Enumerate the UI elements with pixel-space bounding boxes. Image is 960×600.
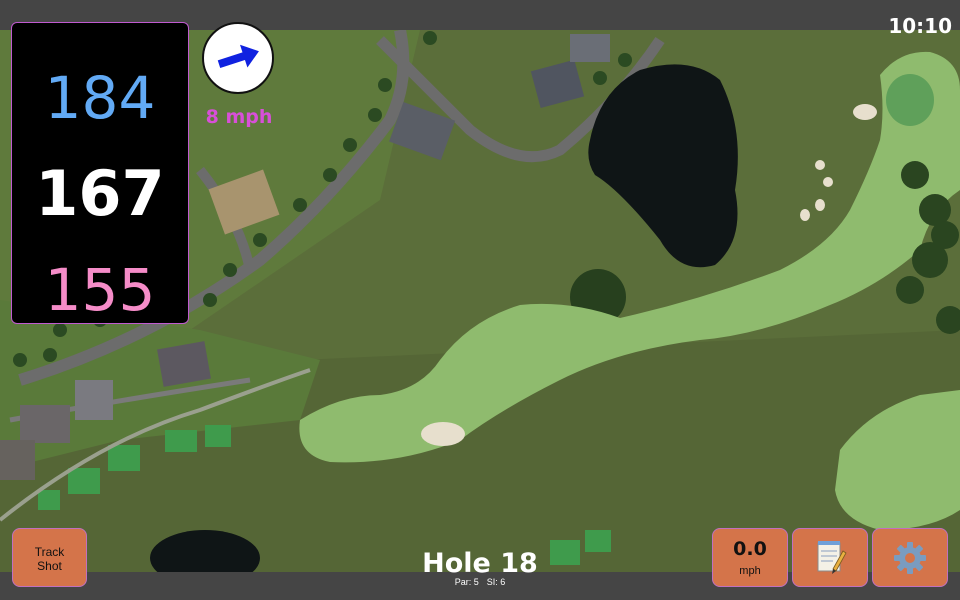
speed-unit: mph: [739, 565, 761, 577]
notes-button[interactable]: [792, 528, 868, 587]
hole-title: Hole 18: [422, 548, 538, 579]
track-shot-button[interactable]: Track Shot: [12, 528, 87, 587]
gear-icon: [894, 542, 926, 574]
settings-button[interactable]: [872, 528, 948, 587]
wind-speed: 8 mph: [205, 106, 273, 128]
distance-panel: 184 167 155: [11, 22, 189, 324]
hole-info: Par: 5 SI: 6: [400, 577, 560, 587]
track-shot-label: Track Shot: [34, 545, 65, 573]
middle-distance: 167: [35, 157, 165, 230]
front-distance: 155: [44, 256, 156, 324]
back-distance: 184: [44, 64, 156, 132]
arrow-right-icon: [217, 44, 259, 68]
stroke-index-label: SI: 6: [486, 577, 506, 587]
speed-value: 0.0: [733, 538, 767, 560]
clock: 10:10: [888, 14, 952, 38]
speed-button[interactable]: 0.0 mph: [712, 528, 788, 587]
notepad-icon: [817, 541, 847, 574]
wind-indicator: [202, 22, 274, 94]
par-label: Par: 5: [454, 577, 479, 587]
